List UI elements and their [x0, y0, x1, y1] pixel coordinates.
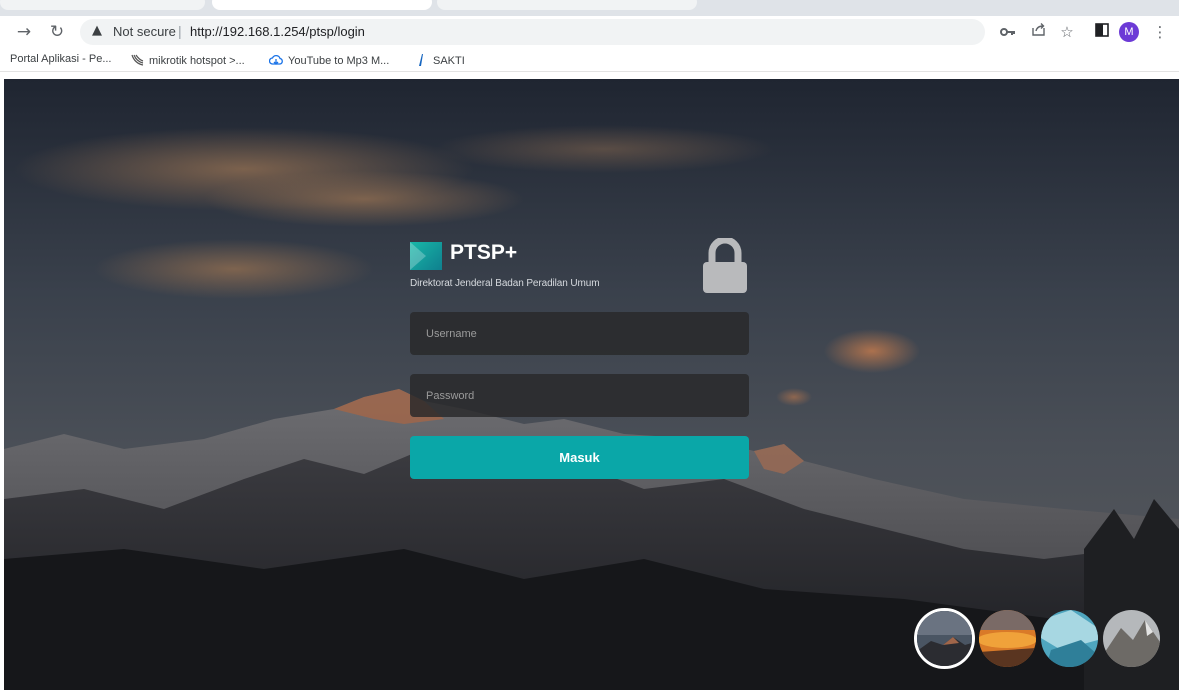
profile-avatar[interactable]: M [1119, 22, 1139, 42]
password-input[interactable] [410, 374, 749, 417]
sakti-icon [419, 54, 423, 66]
bookmark-item[interactable]: Portal Aplikasi - Pe... [10, 53, 112, 65]
separator: | [178, 23, 182, 39]
brand-subtitle: Direktorat Jenderal Badan Peradilan Umum [410, 278, 600, 289]
address-bar[interactable]: ▲ Not secure | http://192.168.1.254/ptsp… [80, 19, 985, 45]
background-thumbnail-rocky-peaks[interactable] [1103, 610, 1160, 667]
url-text[interactable]: http://192.168.1.254/ptsp/login [190, 24, 365, 39]
forward-icon[interactable]: → [12, 20, 36, 44]
ptsp-logo-icon [410, 242, 442, 270]
mikrotik-icon [131, 54, 144, 66]
cloud-download-icon [269, 54, 283, 65]
bookmark-label: YouTube to Mp3 M... [288, 55, 390, 67]
menu-icon[interactable]: ⋮ [1148, 20, 1172, 44]
bookmark-item[interactable]: mikrotik hotspot >... [130, 53, 245, 67]
key-icon[interactable] [996, 20, 1020, 44]
security-label[interactable]: Not secure [113, 24, 176, 39]
star-icon[interactable]: ☆ [1055, 20, 1079, 44]
background-thumbnail-mountain-dusk[interactable] [914, 608, 975, 669]
bookmark-label: Portal Aplikasi - Pe... [10, 53, 112, 65]
bookmark-item[interactable]: YouTube to Mp3 M... [269, 53, 389, 67]
login-page: PTSP+ Direktorat Jenderal Badan Peradila… [4, 79, 1179, 690]
username-input[interactable] [410, 312, 749, 355]
browser-toolbar: → ↻ ▲ Not secure | http://192.168.1.254/… [0, 16, 1179, 48]
tab-strip [0, 0, 1179, 16]
share-icon[interactable] [1026, 20, 1050, 44]
tab-active[interactable] [212, 0, 432, 10]
login-button[interactable]: Masuk [410, 436, 749, 479]
reload-icon[interactable]: ↻ [45, 20, 69, 44]
warning-icon[interactable]: ▲ [92, 23, 102, 38]
bookmark-label: mikrotik hotspot >... [149, 55, 245, 67]
bookmark-item[interactable]: SAKTI [414, 53, 465, 67]
tab[interactable] [0, 0, 205, 10]
background-thumbnail-sunset-clouds[interactable] [979, 610, 1036, 667]
brand-name: PTSP+ [450, 241, 518, 264]
background-thumbnail-icy-water[interactable] [1041, 610, 1098, 667]
bookmarks-bar: Portal Aplikasi - Pe... mikrotik hotspot… [0, 48, 1179, 72]
tab[interactable] [437, 0, 697, 10]
sidebar-icon[interactable] [1090, 20, 1114, 44]
bookmark-label: SAKTI [433, 55, 465, 67]
lock-icon [703, 238, 747, 293]
